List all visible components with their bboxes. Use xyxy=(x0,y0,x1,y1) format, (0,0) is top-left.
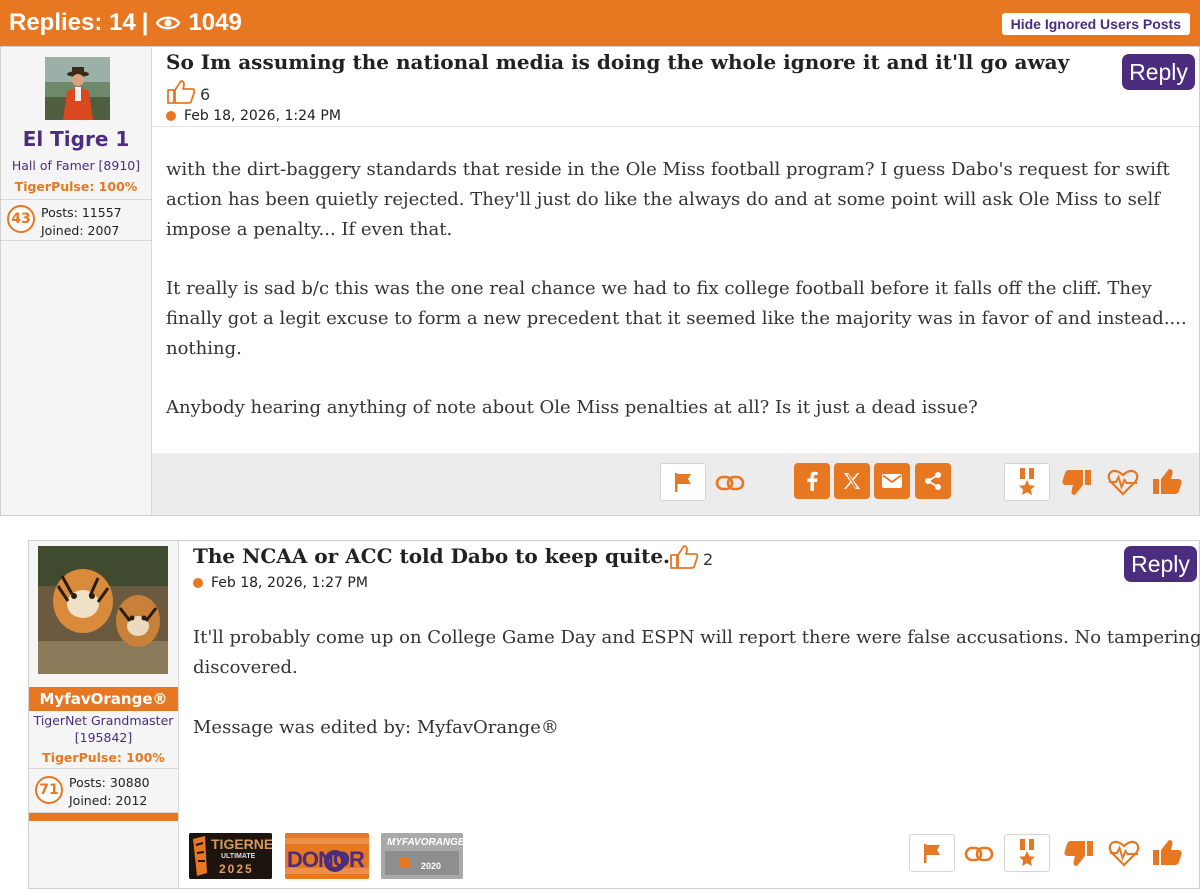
badge-year: 2025 xyxy=(219,862,254,876)
thumbs-up-outline-icon[interactable] xyxy=(669,544,699,574)
flag-icon[interactable] xyxy=(909,834,955,872)
post-paragraph: Anybody hearing anything of note about O… xyxy=(166,397,978,418)
like-count-value: 6 xyxy=(200,84,211,104)
post-date-text: Feb 18, 2026, 1:27 PM xyxy=(211,575,368,591)
post-paragraph: with the dirt-baggery standards that res… xyxy=(166,159,1170,240)
joined-year: Joined: 2007 xyxy=(41,223,120,238)
posts-count: Posts: 30880 xyxy=(69,775,150,790)
badge-title: DONOR xyxy=(287,847,365,872)
reply-button[interactable]: Reply xyxy=(1122,54,1195,90)
stats-separator: | xyxy=(141,9,149,36)
thread-header-bar: Replies: 14 | 1049 Hide Ignored Users Po… xyxy=(0,0,1200,46)
user-stats: 43 Posts: 11557 Joined: 2007 xyxy=(1,199,151,241)
user-stats: 71 Posts: 30880 Joined: 2012 xyxy=(29,768,178,813)
joined-year: Joined: 2012 xyxy=(69,793,148,808)
divider xyxy=(152,126,1199,127)
myfavorange-badge[interactable]: MYFAVORANGE 2020 xyxy=(381,833,463,879)
post-date: Feb 18, 2026, 1:27 PM xyxy=(193,575,368,591)
avatar[interactable] xyxy=(38,546,168,674)
post-action-bar xyxy=(152,453,1199,515)
facebook-icon[interactable] xyxy=(794,463,830,499)
post-body: with the dirt-baggery standards that res… xyxy=(166,155,1191,452)
link-icon[interactable] xyxy=(710,467,750,499)
tigerpulse: TigerPulse: 100% xyxy=(14,179,138,194)
status-dot xyxy=(166,111,176,121)
username[interactable]: MyfavOrange® xyxy=(29,687,178,711)
level-badge: 71 xyxy=(35,776,63,804)
posts-count: Posts: 11557 xyxy=(41,205,122,220)
share-icon[interactable] xyxy=(915,463,951,499)
flag-icon[interactable] xyxy=(660,463,706,501)
thumbs-up-icon[interactable] xyxy=(1147,836,1187,870)
post-action-bar: TIGERNET ULTIMATE 2025 DONOR xyxy=(179,830,1199,888)
heart-pulse-icon[interactable] xyxy=(1103,465,1143,499)
like-count: 2 xyxy=(669,544,713,574)
forum-post: El Tigre 1 Hall of Famer [8910] TigerPul… xyxy=(0,46,1200,516)
thumbs-up-icon[interactable] xyxy=(1147,465,1187,499)
hide-ignored-users-button[interactable]: Hide Ignored Users Posts xyxy=(1001,13,1190,35)
user-panel: MyfavOrange® TigerNet Grandmaster [19584… xyxy=(29,541,179,888)
link-icon[interactable] xyxy=(959,838,999,870)
post-paragraph: It'll probably come up on College Game D… xyxy=(193,627,1200,678)
eye-icon xyxy=(156,14,181,32)
username[interactable]: El Tigre 1 xyxy=(1,127,151,151)
tigerpulse: TigerPulse: 100% xyxy=(42,750,165,765)
forum-post: MyfavOrange® TigerNet Grandmaster [19584… xyxy=(28,540,1200,889)
post-content: The NCAA or ACC told Dabo to keep quite.… xyxy=(179,541,1200,888)
post-paragraph: It really is sad b/c this was the one re… xyxy=(166,278,1187,359)
panel-accent-strip xyxy=(29,813,178,821)
post-body: It'll probably come up on College Game D… xyxy=(193,623,1200,772)
medal-icon[interactable] xyxy=(1004,834,1050,872)
like-count-value: 2 xyxy=(703,549,714,569)
user-rank: Hall of Famer [8910] xyxy=(11,158,141,173)
views-count: 1049 xyxy=(188,9,242,36)
user-rank: TigerNet Grandmaster [195842] xyxy=(33,713,174,745)
thread-stats: Replies: 14 | 1049 xyxy=(9,9,242,37)
user-panel: El Tigre 1 Hall of Famer [8910] TigerPul… xyxy=(1,47,152,515)
medal-icon[interactable] xyxy=(1004,463,1050,501)
post-date: Feb 18, 2026, 1:24 PM xyxy=(166,108,341,124)
badge-title: TIGERNET xyxy=(211,836,272,852)
badge-subtitle: ULTIMATE xyxy=(221,853,256,860)
edited-note: Message was edited by: MyfavOrange® xyxy=(193,717,559,738)
thumbs-down-icon[interactable] xyxy=(1059,836,1099,870)
reply-button[interactable]: Reply xyxy=(1124,546,1197,582)
replies-count: Replies: 14 xyxy=(9,9,136,36)
thumbs-up-outline-icon[interactable] xyxy=(166,79,196,109)
thumbs-down-icon[interactable] xyxy=(1057,465,1097,499)
like-count: 6 xyxy=(166,79,210,109)
status-dot xyxy=(193,578,203,588)
donor-badge[interactable]: DONOR xyxy=(285,833,369,879)
level-badge: 43 xyxy=(7,205,35,233)
badge-title: MYFAVORANGE xyxy=(387,837,463,848)
post-title: The NCAA or ACC told Dabo to keep quite. xyxy=(193,544,671,568)
avatar[interactable] xyxy=(45,57,110,120)
heart-pulse-icon[interactable] xyxy=(1104,836,1144,870)
badge-year: 2020 xyxy=(421,861,442,871)
tigernet-ultimate-badge[interactable]: TIGERNET ULTIMATE 2025 xyxy=(189,833,272,879)
post-content: So Im assuming the national media is doi… xyxy=(152,47,1199,515)
post-date-text: Feb 18, 2026, 1:24 PM xyxy=(184,108,341,124)
post-title: So Im assuming the national media is doi… xyxy=(166,50,1070,74)
x-icon[interactable] xyxy=(834,463,870,499)
mail-icon[interactable] xyxy=(874,463,910,499)
